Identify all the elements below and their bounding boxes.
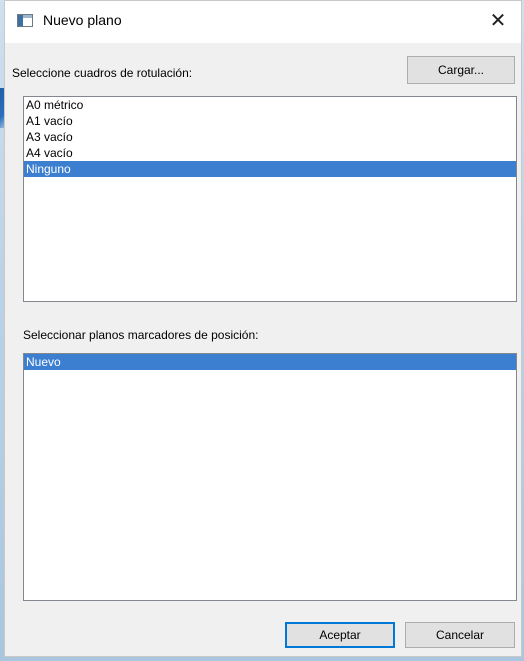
list-item[interactable]: Nuevo bbox=[24, 354, 516, 370]
title-block-label: Seleccione cuadros de rotulación: bbox=[12, 66, 193, 80]
title-bar: Nuevo plano ✕ bbox=[5, 1, 521, 43]
accept-button[interactable]: Aceptar bbox=[285, 622, 395, 648]
window-title: Nuevo plano bbox=[43, 12, 122, 28]
list-item[interactable]: Ninguno bbox=[24, 161, 516, 177]
close-icon[interactable]: ✕ bbox=[475, 1, 521, 41]
cancel-button[interactable]: Cancelar bbox=[405, 622, 515, 648]
list-item[interactable]: A4 vacío bbox=[24, 145, 516, 161]
new-sheet-dialog: Nuevo plano ✕ Seleccione cuadros de rotu… bbox=[4, 0, 522, 657]
title-block-list[interactable]: A0 métrico A1 vacío A3 vacío A4 vacío Ningun… bbox=[23, 96, 517, 302]
list-item[interactable]: A1 vacío bbox=[24, 113, 516, 129]
placeholder-sheets-list[interactable]: Nuevo bbox=[23, 353, 517, 601]
load-button[interactable]: Cargar... bbox=[407, 56, 515, 84]
list-item[interactable]: A3 vacío bbox=[24, 129, 516, 145]
revit-sheet-icon bbox=[17, 14, 33, 27]
placeholder-sheets-label: Seleccionar planos marcadores de posició… bbox=[23, 328, 259, 342]
list-item[interactable]: A0 métrico bbox=[24, 97, 516, 113]
